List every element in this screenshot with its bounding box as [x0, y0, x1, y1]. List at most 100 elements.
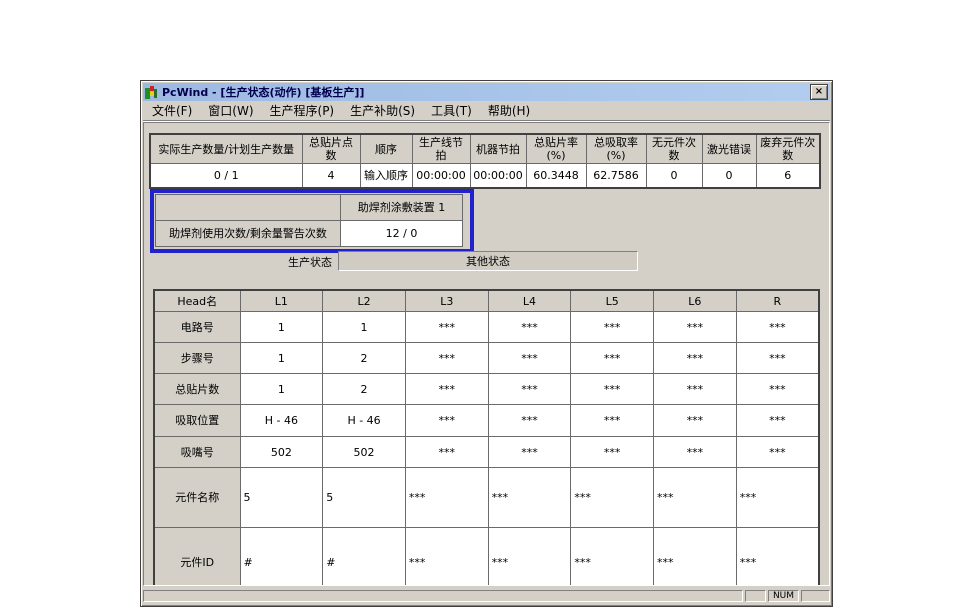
data-cell: *** — [488, 528, 571, 587]
production-status-label: 生产状态 — [149, 254, 332, 270]
summary-header-laser-error: 激光错误 — [702, 134, 756, 164]
data-cell: *** — [405, 374, 488, 405]
statusbar-panel-1 — [745, 590, 766, 602]
data-cell: *** — [736, 374, 819, 405]
row-pickup-position: 吸取位置 H - 46 H - 46 *** *** *** *** *** — [154, 405, 819, 437]
data-cell: *** — [488, 312, 571, 343]
flux-table: 助焊剂涂敷装置 1 助焊剂使用次数/剩余量警告次数 12 / 0 — [155, 194, 463, 247]
data-cell: 1 — [240, 312, 323, 343]
row-label: 吸嘴号 — [154, 437, 240, 468]
data-cell: *** — [736, 437, 819, 468]
title-bar[interactable]: PcWind - [生产状态(动作) [基板生产]] × — [143, 83, 830, 101]
window-title: PcWind - [生产状态(动作) [基板生产]] — [162, 84, 810, 100]
summary-header-actual-planned: 实际生产数量/计划生产数量 — [150, 134, 302, 164]
head-col-l5: L5 — [571, 290, 654, 312]
summary-header-pickup-rate: 总吸取率(%) — [586, 134, 646, 164]
flux-empty-cell — [156, 195, 341, 221]
flux-device-header: 助焊剂涂敷装置 1 — [341, 195, 463, 221]
menu-file[interactable]: 文件(F) — [145, 102, 199, 119]
summary-value-order: 输入顺序 — [360, 164, 412, 189]
summary-value-placement-rate: 60.3448 — [526, 164, 586, 189]
data-cell: 1 — [323, 312, 406, 343]
summary-value-laser-error: 0 — [702, 164, 756, 189]
row-label: 元件名称 — [154, 468, 240, 528]
summary-value-discarded: 6 — [756, 164, 820, 189]
pcwind-window: PcWind - [生产状态(动作) [基板生产]] × 文件(F) 窗口(W)… — [140, 80, 833, 607]
menu-production-assist[interactable]: 生产补助(S) — [343, 102, 422, 119]
summary-value-row: 0 / 1 4 输入顺序 00:00:00 00:00:00 60.3448 6… — [150, 164, 820, 189]
data-cell: 1 — [240, 374, 323, 405]
flux-highlight-box: 助焊剂涂敷装置 1 助焊剂使用次数/剩余量警告次数 12 / 0 — [150, 189, 474, 253]
desktop: PcWind - [生产状态(动作) [基板生产]] × 文件(F) 窗口(W)… — [0, 0, 970, 610]
statusbar-message-panel — [143, 590, 743, 602]
summary-header-line-tact: 生产线节拍 — [412, 134, 470, 164]
menu-bar: 文件(F) 窗口(W) 生产程序(P) 生产补助(S) 工具(T) 帮助(H) — [143, 101, 830, 121]
data-cell: *** — [405, 437, 488, 468]
menu-help[interactable]: 帮助(H) — [481, 102, 537, 119]
head-table-corner: Head名 — [154, 290, 240, 312]
summary-table: 实际生产数量/计划生产数量 总贴片点数 顺序 生产线节拍 机器节拍 总贴片率(%… — [149, 133, 821, 189]
summary-header-row: 实际生产数量/计划生产数量 总贴片点数 顺序 生产线节拍 机器节拍 总贴片率(%… — [150, 134, 820, 164]
flux-usage-label: 助焊剂使用次数/剩余量警告次数 — [156, 221, 341, 247]
summary-header-discarded: 废弃元件次数 — [756, 134, 820, 164]
summary-header-placement-rate: 总贴片率(%) — [526, 134, 586, 164]
menu-tools[interactable]: 工具(T) — [424, 102, 479, 119]
row-label: 吸取位置 — [154, 405, 240, 437]
data-cell: *** — [571, 405, 654, 437]
production-status-value: 其他状态 — [338, 251, 638, 271]
data-cell: *** — [571, 343, 654, 374]
summary-value-pickup-rate: 62.7586 — [586, 164, 646, 189]
row-step-no: 步骤号 1 2 *** *** *** *** *** — [154, 343, 819, 374]
data-cell: *** — [736, 468, 819, 528]
data-cell: *** — [488, 343, 571, 374]
app-icon — [145, 86, 158, 99]
summary-value-total-points: 4 — [302, 164, 360, 189]
data-cell: # — [240, 528, 323, 587]
head-table: Head名 L1 L2 L3 L4 L5 L6 R 电路号 1 1 *** **… — [153, 289, 820, 586]
data-cell: *** — [571, 374, 654, 405]
summary-value-actual-planned: 0 / 1 — [150, 164, 302, 189]
data-cell: *** — [654, 405, 737, 437]
data-cell: 2 — [323, 343, 406, 374]
data-cell: # — [323, 528, 406, 587]
menu-window[interactable]: 窗口(W) — [201, 102, 260, 119]
data-cell: *** — [405, 468, 488, 528]
summary-value-machine-tact: 00:00:00 — [470, 164, 526, 189]
data-cell: *** — [654, 374, 737, 405]
row-total-placements: 总贴片数 1 2 *** *** *** *** *** — [154, 374, 819, 405]
close-button[interactable]: × — [810, 84, 828, 100]
row-label: 总贴片数 — [154, 374, 240, 405]
head-col-l3: L3 — [405, 290, 488, 312]
data-cell: 2 — [323, 374, 406, 405]
row-circuit-no: 电路号 1 1 *** *** *** *** *** — [154, 312, 819, 343]
head-col-r: R — [736, 290, 819, 312]
data-cell: *** — [488, 437, 571, 468]
data-cell: *** — [405, 405, 488, 437]
data-cell: H - 46 — [240, 405, 323, 437]
data-cell: *** — [571, 437, 654, 468]
data-cell: 5 — [323, 468, 406, 528]
data-cell: 502 — [240, 437, 323, 468]
status-bar: NUM — [143, 586, 830, 604]
head-col-l4: L4 — [488, 290, 571, 312]
row-component-id: 元件ID # # *** *** *** *** *** — [154, 528, 819, 587]
production-status-row: 生产状态 其他状态 — [144, 251, 829, 271]
data-cell: *** — [736, 528, 819, 587]
data-cell: *** — [488, 468, 571, 528]
data-cell: *** — [405, 343, 488, 374]
head-col-l2: L2 — [323, 290, 406, 312]
summary-header-order: 顺序 — [360, 134, 412, 164]
num-lock-indicator: NUM — [773, 591, 794, 601]
data-cell: *** — [654, 343, 737, 374]
summary-header-no-component: 无元件次数 — [646, 134, 702, 164]
menu-production-program[interactable]: 生产程序(P) — [263, 102, 342, 119]
row-label: 元件ID — [154, 528, 240, 587]
summary-value-line-tact: 00:00:00 — [412, 164, 470, 189]
data-cell: *** — [736, 405, 819, 437]
row-nozzle-no: 吸嘴号 502 502 *** *** *** *** *** — [154, 437, 819, 468]
client-area: 实际生产数量/计划生产数量 总贴片点数 顺序 生产线节拍 机器节拍 总贴片率(%… — [143, 122, 830, 586]
data-cell: 5 — [240, 468, 323, 528]
statusbar-panel-2 — [801, 590, 830, 602]
statusbar-num-panel: NUM — [768, 590, 799, 602]
summary-header-total-points: 总贴片点数 — [302, 134, 360, 164]
